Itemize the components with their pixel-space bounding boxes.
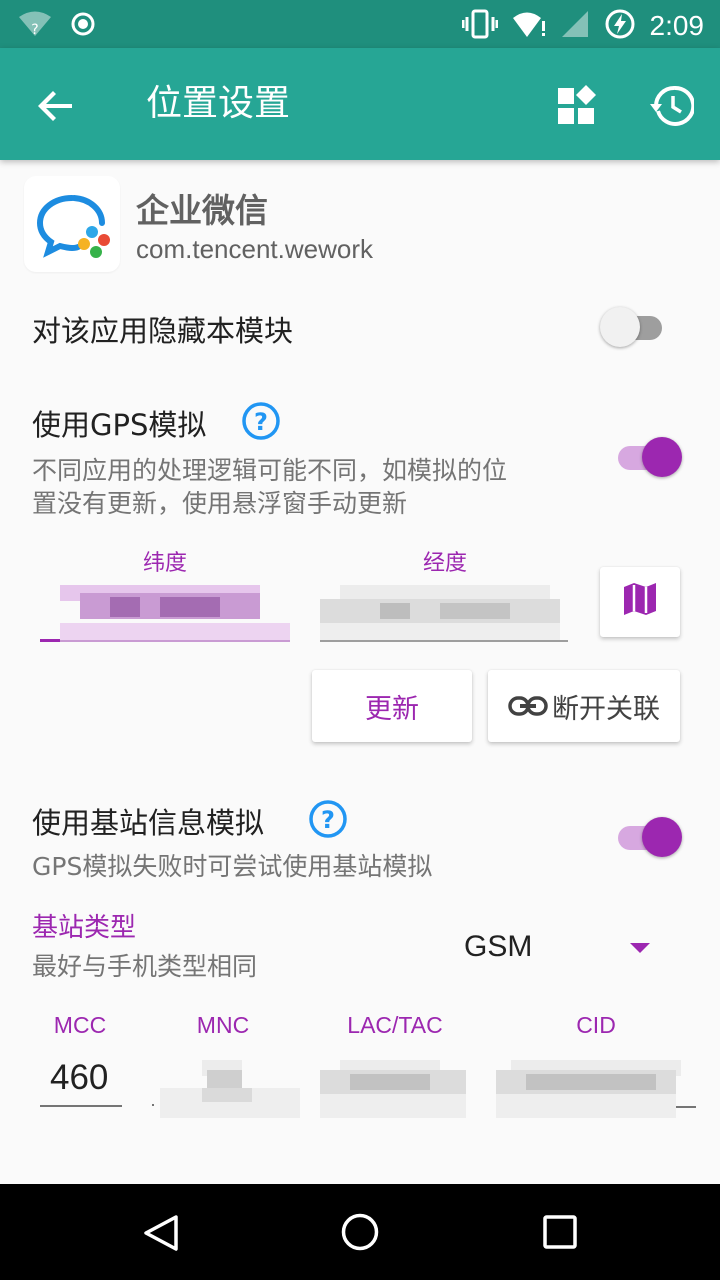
unlink-button[interactable]: 断开关联 xyxy=(488,670,680,742)
cell-label: 使用基站信息模拟 xyxy=(32,806,265,840)
gps-label: 使用GPS模拟 xyxy=(32,408,207,442)
lac-tac-label: LAC/TAC xyxy=(347,1012,443,1038)
cell-type-hint: 最好与手机类型相同 xyxy=(32,952,258,981)
cell-help-icon[interactable]: ? xyxy=(308,799,348,839)
mcc-value: 460 xyxy=(50,1058,109,1097)
longitude-input[interactable] xyxy=(320,585,570,645)
app-name: 企业微信 xyxy=(136,191,268,230)
arrow-back-icon[interactable] xyxy=(34,84,78,128)
mcc-underline xyxy=(40,1105,122,1107)
target-icon xyxy=(70,11,96,41)
page-title: 位置设置 xyxy=(146,83,291,124)
map-icon xyxy=(622,581,658,624)
gps-description-line1: 不同应用的处理逻辑可能不同，如模拟的位 xyxy=(32,456,508,485)
cell-description: GPS模拟失败时可尝试使用基站模拟 xyxy=(32,852,433,881)
cell-type-label: 基站类型 xyxy=(32,913,137,943)
status-bar: ? 2:09 xyxy=(0,0,720,48)
mnc-label: MNC xyxy=(196,1012,250,1038)
signal-icon xyxy=(560,9,590,43)
lac-tac-input[interactable] xyxy=(320,1060,466,1122)
longitude-label: 经度 xyxy=(422,551,467,576)
vibrate-icon xyxy=(461,8,498,44)
gps-help-icon[interactable]: ? xyxy=(241,401,281,441)
unlink-button-label: 断开关联 xyxy=(552,693,660,725)
history-icon[interactable] xyxy=(650,84,696,128)
cell-switch[interactable] xyxy=(612,815,682,859)
wifi-alert-icon xyxy=(512,9,546,43)
home-circle-icon[interactable] xyxy=(340,1212,380,1256)
switch-thumb xyxy=(642,817,682,857)
gps-description-line2: 置没有更新，使用悬浮窗手动更新 xyxy=(32,489,408,518)
latitude-label: 纬度 xyxy=(142,551,187,576)
link-icon xyxy=(508,694,548,718)
svg-text:?: ? xyxy=(321,806,335,834)
status-time: 2:09 xyxy=(649,10,705,41)
battery-charging-icon xyxy=(604,8,636,44)
app-logo xyxy=(24,176,120,272)
update-button[interactable]: 更新 xyxy=(312,670,472,742)
cid-input[interactable] xyxy=(496,1060,696,1122)
cid-label: CID xyxy=(576,1012,616,1038)
widgets-icon[interactable] xyxy=(556,84,598,126)
hide-module-switch[interactable] xyxy=(600,305,670,349)
dropdown-arrow-icon xyxy=(630,943,650,953)
switch-thumb xyxy=(642,437,682,477)
svg-text:?: ? xyxy=(254,408,268,436)
back-triangle-icon[interactable] xyxy=(142,1214,180,1256)
map-button[interactable] xyxy=(600,567,680,637)
mcc-label: MCC xyxy=(53,1012,107,1038)
update-button-label: 更新 xyxy=(365,693,419,725)
navigation-bar xyxy=(0,1184,720,1280)
hide-module-label: 对该应用隐藏本模块 xyxy=(32,314,294,348)
wifi-question-icon: ? xyxy=(18,10,52,42)
recents-square-icon[interactable] xyxy=(543,1215,577,1253)
gps-switch[interactable] xyxy=(612,435,682,479)
cell-type-value: GSM xyxy=(464,930,533,963)
mnc-input[interactable] xyxy=(152,1060,304,1122)
app-package: com.tencent.wework xyxy=(136,234,373,264)
svg-text:?: ? xyxy=(31,22,38,38)
app-bar: 位置设置 xyxy=(0,48,720,160)
latitude-input[interactable] xyxy=(40,585,290,645)
switch-thumb xyxy=(600,307,640,347)
